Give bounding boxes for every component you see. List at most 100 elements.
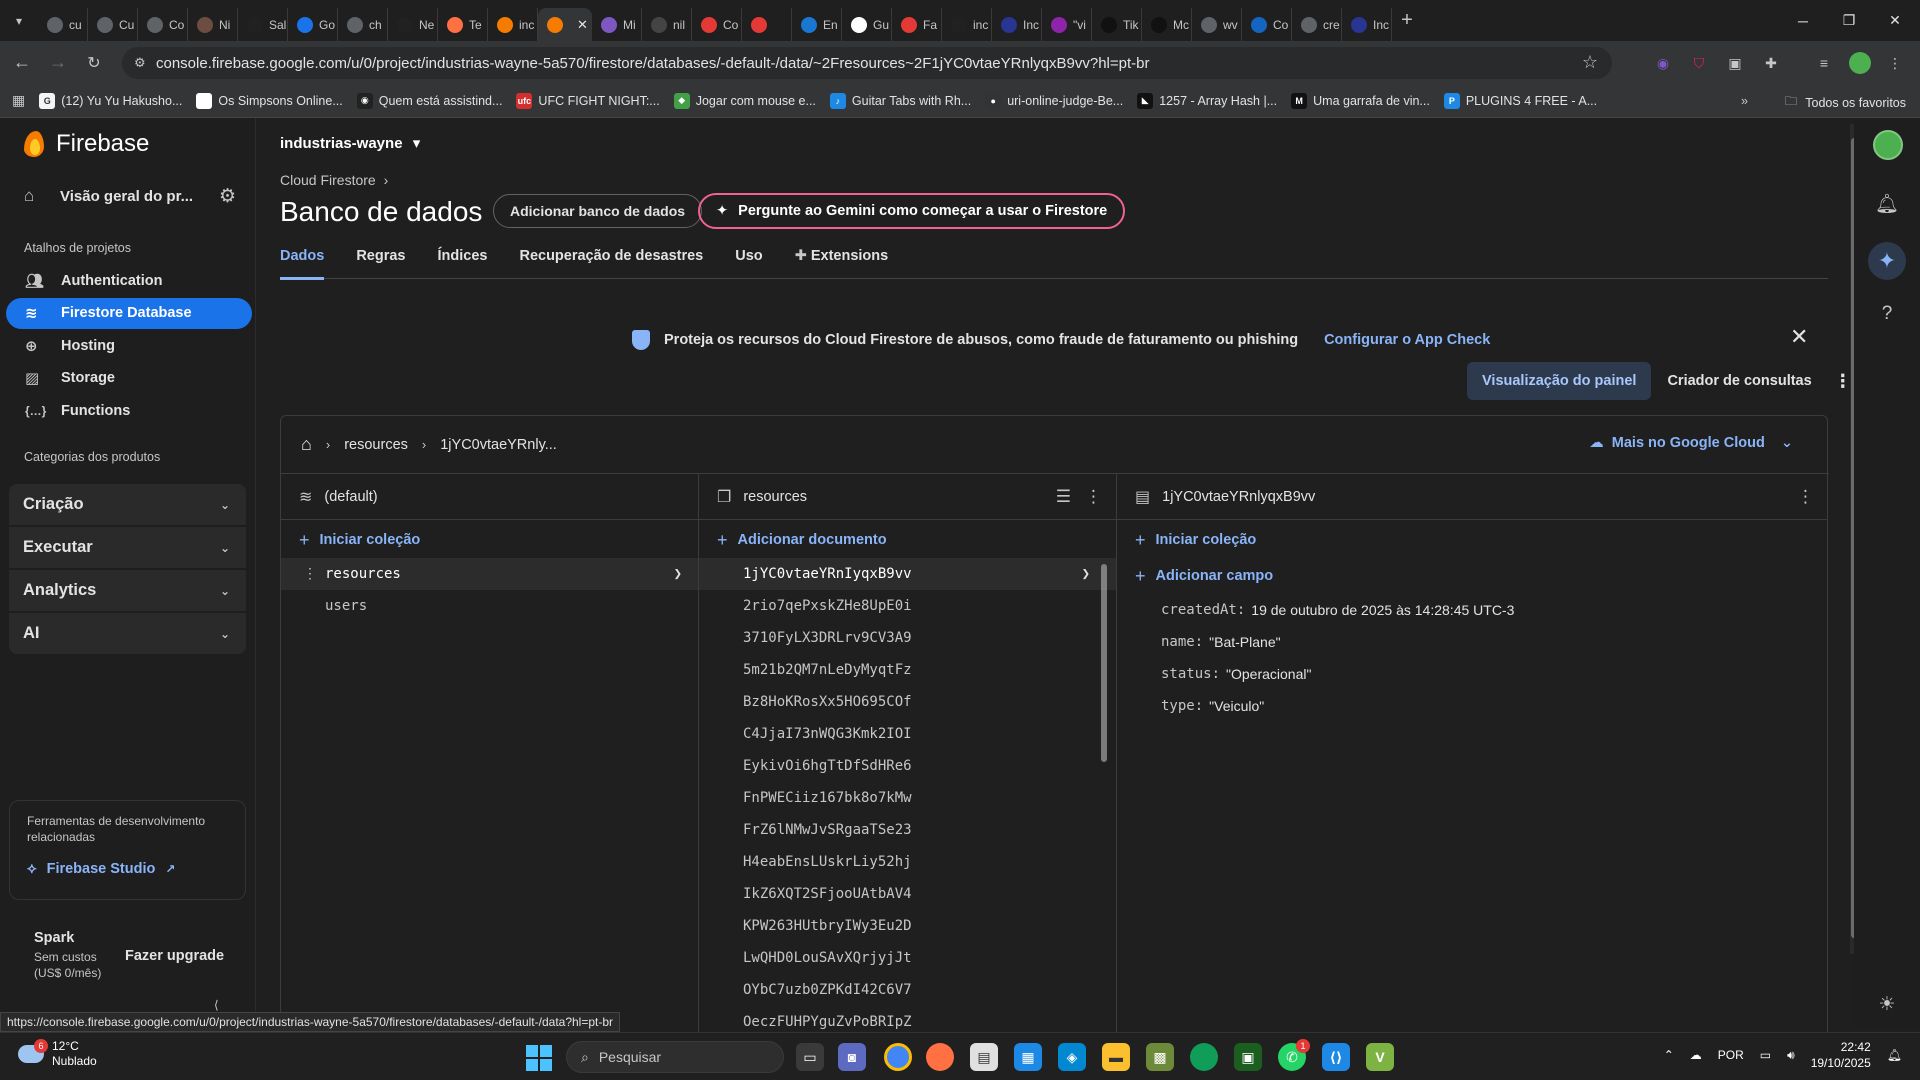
notification-bell-icon[interactable]: 🔔︎ xyxy=(1887,1048,1902,1062)
browser-tab[interactable]: Fa xyxy=(892,8,942,41)
document-item[interactable]: 3710FyLX3DRLrv9CV3A9 xyxy=(699,622,1116,654)
more-options-icon[interactable]: ⋮ xyxy=(1834,371,1852,392)
document-item[interactable]: 2rio7qePxskZHe8UpE0i xyxy=(699,590,1116,622)
back-icon[interactable]: ← xyxy=(4,45,40,81)
chevron-up-icon[interactable]: ⌃ xyxy=(1664,1048,1674,1062)
browser-tab[interactable]: cu xyxy=(38,8,88,41)
bookmark-item[interactable]: Os Simpsons Online... xyxy=(196,92,343,109)
scrollbar-thumb[interactable] xyxy=(1101,564,1107,762)
category-executar[interactable]: Executar ⌄ xyxy=(9,527,246,568)
document-item[interactable]: 5m21b2QM7nLeDyMyqtFz xyxy=(699,654,1116,686)
document-list-scrollbar[interactable] xyxy=(1101,556,1109,1034)
tab-search-icon[interactable]: ▾ xyxy=(0,0,38,41)
document-item[interactable]: FnPWECiiz167bk8o7kMw xyxy=(699,782,1116,814)
upgrade-button[interactable]: Fazer upgrade xyxy=(125,948,224,964)
browser-tab[interactable]: Inc xyxy=(1342,8,1392,41)
sidebar-item-firestore-database[interactable]: ≋ Firestore Database xyxy=(6,297,252,329)
onedrive-icon[interactable]: ☁ xyxy=(1690,1048,1702,1062)
browser-tab[interactable]: cre xyxy=(1292,8,1342,41)
browser-tab[interactable]: Ni xyxy=(188,8,238,41)
category-ai[interactable]: AI ⌄ xyxy=(9,613,246,654)
document-item[interactable]: FrZ6lNMwJvSRgaaTSe23 xyxy=(699,814,1116,846)
browser-tab[interactable]: En xyxy=(792,8,842,41)
bookmark-item[interactable]: ♪ Guitar Tabs with Rh... xyxy=(829,92,971,109)
tab-recuperação-de-desastres[interactable]: Recuperação de desastres xyxy=(519,248,703,279)
chrome-icon[interactable] xyxy=(884,1043,912,1071)
user-avatar[interactable] xyxy=(1873,130,1903,160)
browser-tab[interactable]: Te xyxy=(438,8,488,41)
category-analytics[interactable]: Analytics ⌄ xyxy=(9,570,246,611)
browser-tab[interactable]: nil xyxy=(642,8,692,41)
xbox-icon[interactable]: ▣ xyxy=(1234,1043,1262,1071)
bookmark-item[interactable]: ◣ 1257 - Array Hash |... xyxy=(1137,92,1277,109)
document-item[interactable]: EykivOi6hgTtDfSdHRe6 xyxy=(699,750,1116,782)
browser-tab[interactable]: Cu xyxy=(88,8,138,41)
address-bar[interactable]: ⚙ console.firebase.google.com/u/0/projec… xyxy=(122,47,1612,79)
bookmark-item[interactable]: M Uma garrafa de vin... xyxy=(1291,92,1430,109)
document-item[interactable]: 1jYC0vtaeYRnIyqxB9vv ❯ xyxy=(699,558,1116,590)
gemini-spark-icon[interactable]: ✦ xyxy=(1868,242,1906,280)
sidebar-item-authentication[interactable]: 👥︎ Authentication xyxy=(6,265,252,296)
document-item[interactable]: KPW263HUtbryIWy3Eu2D xyxy=(699,910,1116,942)
configure-app-check-link[interactable]: Configurar o App Check xyxy=(1324,332,1490,348)
bookmark-star-icon[interactable]: ☆ xyxy=(1582,52,1598,73)
browser-tab[interactable]: Go xyxy=(288,8,338,41)
breadcrumb[interactable]: Cloud Firestore › xyxy=(280,172,388,188)
home-path-icon[interactable]: ⌂ xyxy=(301,434,312,455)
weather-widget[interactable]: 6 12°C Nublado xyxy=(18,1039,97,1069)
document-field[interactable]: createdAt: 19 de outubro de 2025 às 14:28… xyxy=(1117,594,1828,626)
panel-view-button[interactable]: Visualização do painel xyxy=(1467,362,1652,400)
bookmark-item[interactable]: ◆ Jogar com mouse e... xyxy=(673,92,816,109)
help-icon[interactable]: ? xyxy=(1871,298,1903,330)
notepad-icon[interactable]: ▤ xyxy=(970,1043,998,1071)
start-subcollection-button[interactable]: + Iniciar coleção xyxy=(1117,522,1828,558)
browser-tab[interactable]: Tik xyxy=(1092,8,1142,41)
add-field-button[interactable]: + Adicionar campo xyxy=(1117,558,1828,594)
document-field[interactable]: status: "Operacional" xyxy=(1117,658,1828,690)
browser-tab[interactable]: ch xyxy=(338,8,388,41)
tab-regras[interactable]: Regras xyxy=(356,248,405,279)
path-collection[interactable]: resources xyxy=(344,437,408,453)
media-controls-icon[interactable]: ≡ xyxy=(1813,52,1835,74)
profile-avatar-icon[interactable] xyxy=(1849,52,1871,74)
restore-icon[interactable]: ❐ xyxy=(1826,0,1872,41)
browser-menu-icon[interactable]: ⋮ xyxy=(1884,52,1906,74)
start-button[interactable] xyxy=(526,1045,552,1071)
collection-menu-icon[interactable]: ⋮ xyxy=(1085,487,1102,507)
store-icon[interactable]: ▦ xyxy=(1014,1043,1042,1071)
clock[interactable]: 22:42 19/10/2025 xyxy=(1811,1039,1871,1071)
path-document[interactable]: 1jYC0vtaeYRnly... xyxy=(440,437,557,453)
project-selector[interactable]: industrias-wayne ▾ xyxy=(280,134,420,152)
project-overview-link[interactable]: ⌂ Visão geral do pr... ⚙ xyxy=(24,186,244,207)
browser-tab[interactable]: Mc xyxy=(1142,8,1192,41)
add-document-button[interactable]: + Adicionar documento xyxy=(699,522,1116,558)
edge-icon[interactable] xyxy=(1190,1043,1218,1071)
more-google-cloud-button[interactable]: ☁ Mais no Google Cloud ⌄ xyxy=(1589,435,1793,451)
browser-tab[interactable]: inc xyxy=(488,8,538,41)
bookmark-item[interactable]: P PLUGINS 4 FREE - A... xyxy=(1443,92,1597,109)
close-window-icon[interactable]: ✕ xyxy=(1872,0,1918,41)
browser-tab[interactable]: Gu xyxy=(842,8,892,41)
extensions-puzzle-icon[interactable]: ✚ xyxy=(1760,52,1782,74)
bookmark-item[interactable]: ● uri-online-judge-Be... xyxy=(985,92,1123,109)
browser-tab[interactable]: Co xyxy=(1242,8,1292,41)
collection-item[interactable]: ⋮ resources ❯ xyxy=(281,558,698,590)
more-bookmarks-icon[interactable]: » xyxy=(1741,94,1748,108)
sidebar-item-hosting[interactable]: ⊕ Hosting xyxy=(6,330,252,361)
document-item[interactable]: LwQHD0LouSAvXQrjyjJt xyxy=(699,942,1116,974)
minimize-icon[interactable]: ─ xyxy=(1780,0,1826,41)
volume-icon[interactable]: 🔊︎ xyxy=(1787,1048,1795,1063)
file-explorer-icon[interactable]: ▬ xyxy=(1102,1043,1130,1071)
document-menu-icon[interactable]: ⋮ xyxy=(1797,487,1814,507)
vscode-icon[interactable]: ⟨⟩ xyxy=(1322,1043,1350,1071)
bookmark-item[interactable]: ufc UFC FIGHT NIGHT:... xyxy=(516,92,660,109)
teams-icon[interactable]: ◙ xyxy=(838,1043,866,1071)
close-banner-icon[interactable]: ✕ xyxy=(1790,324,1808,350)
browser-tab[interactable]: "vi xyxy=(1042,8,1092,41)
minecraft-icon[interactable]: ▩ xyxy=(1146,1043,1174,1071)
browser-tab[interactable]: wv xyxy=(1192,8,1242,41)
document-field[interactable]: name: "Bat-Plane" xyxy=(1117,626,1828,658)
taskbar-search[interactable]: ⌕ Pesquisar xyxy=(566,1041,784,1073)
collapse-sidebar-icon[interactable]: ⟨ xyxy=(214,998,219,1012)
document-item[interactable]: IkZ6XQT2SFjooUAtbAV4 xyxy=(699,878,1116,910)
